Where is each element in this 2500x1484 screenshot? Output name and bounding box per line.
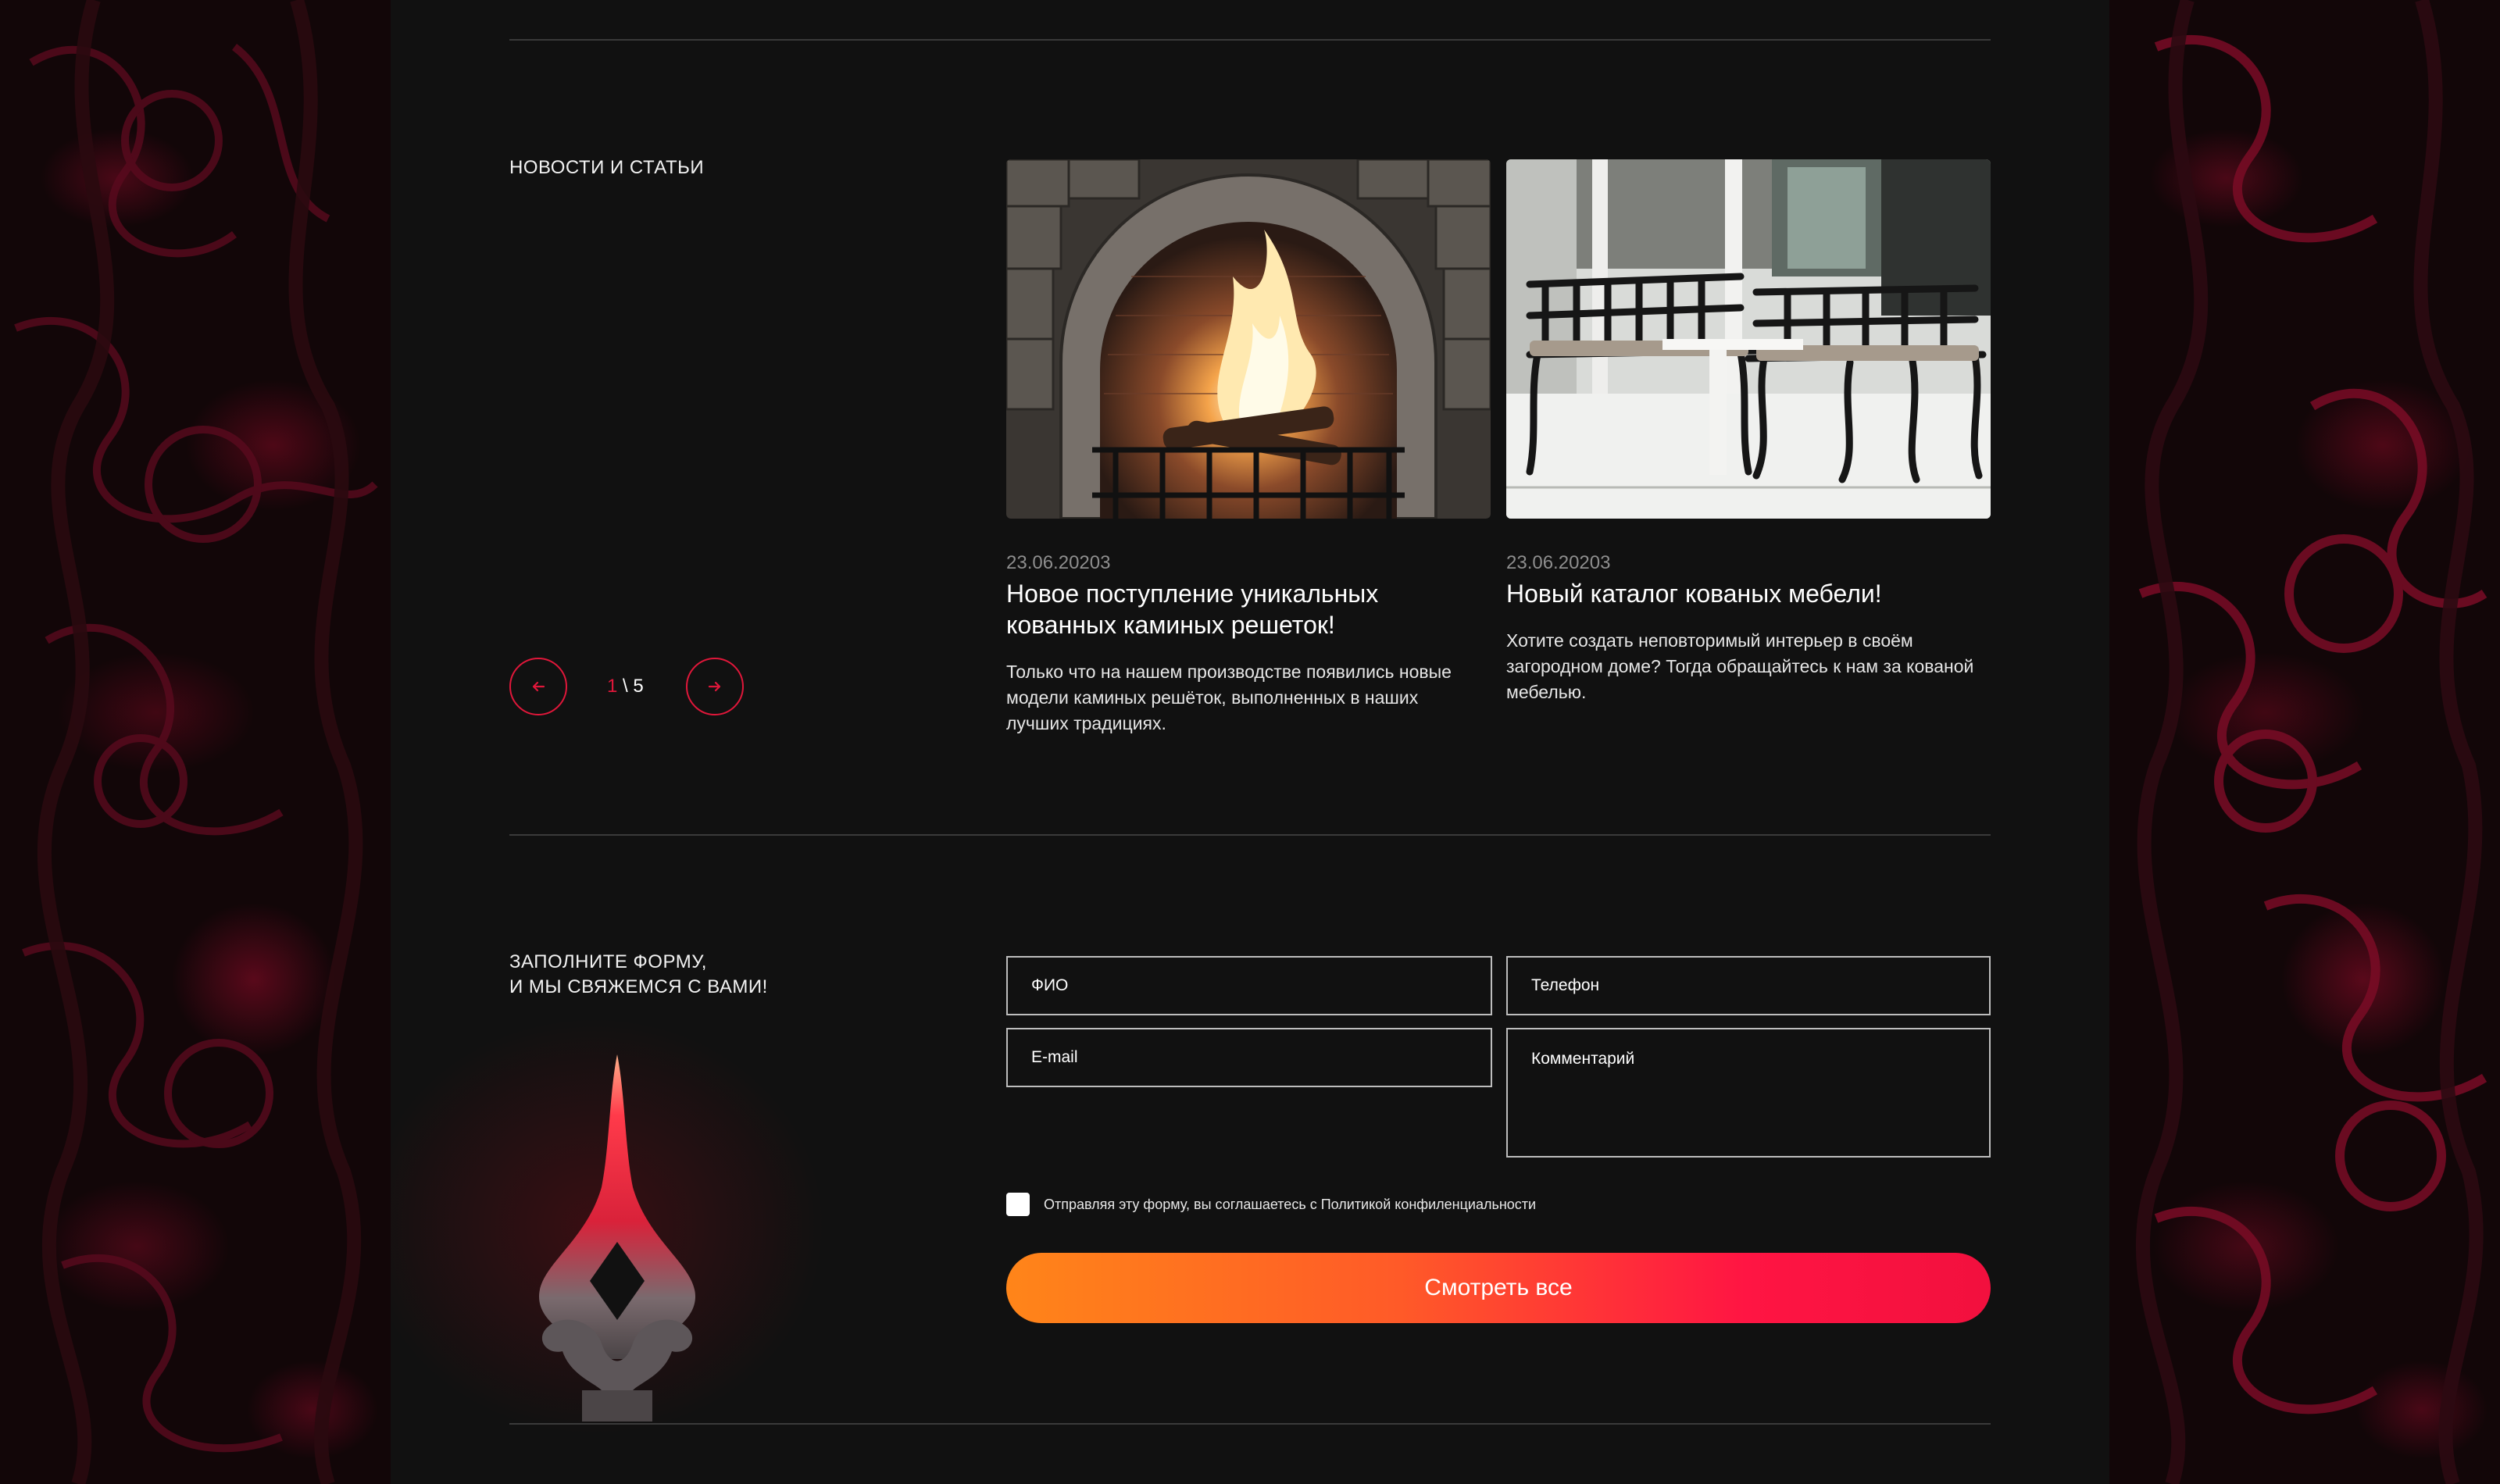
name-field[interactable] <box>1006 956 1492 1015</box>
slider-prev-button[interactable] <box>509 658 567 715</box>
news-card-text: Только что на нашем производстве появили… <box>1006 662 1452 733</box>
form-section-title: ЗАПОЛНИТЕ ФОРМУ, И МЫ СВЯЖЕМСЯ С ВАМИ! <box>509 950 768 1000</box>
form-title-line-1: ЗАПОЛНИТЕ ФОРМУ, <box>509 951 707 972</box>
forged-finial-image <box>539 1054 695 1422</box>
pager-total: 5 <box>633 676 644 697</box>
fireplace-illustration <box>1006 159 1491 519</box>
phone-field[interactable] <box>1506 956 1991 1015</box>
news-card-2[interactable]: 23.06.20203 Новый каталог кованых мебели… <box>1506 159 1991 705</box>
divider-bottom <box>509 1423 1991 1425</box>
news-card-text: Хотите создать неповторимый интерьер в с… <box>1506 630 1974 702</box>
furniture-illustration <box>1506 159 1991 519</box>
consent-checkbox[interactable] <box>1006 1193 1030 1216</box>
submit-button[interactable]: Смотреть все <box>1006 1253 1991 1323</box>
ornament-pattern-left <box>14 0 378 1484</box>
divider-middle <box>509 834 1991 836</box>
form-title-line-2: И МЫ СВЯЖЕМСЯ С ВАМИ! <box>509 976 768 997</box>
news-card-title[interactable]: Новое поступление уникальных кованных ка… <box>1006 578 1412 640</box>
slider-pager: 1 \ 5 <box>607 673 644 700</box>
ornament-left-panel <box>0 0 391 1484</box>
comment-field[interactable] <box>1506 1028 1991 1158</box>
news-card-date: 23.06.20203 <box>1006 552 1111 573</box>
ornament-right-panel <box>2109 0 2500 1484</box>
consent-text: Отправляя эту форму, вы соглашаетесь с П… <box>1044 1197 1537 1212</box>
arrow-right-icon <box>708 681 721 692</box>
fireplace-photo[interactable] <box>1006 159 1491 519</box>
arrow-left-icon <box>532 681 545 692</box>
pager-separator: \ <box>617 676 634 697</box>
news-section-title: НОВОСТИ И СТАТЬИ <box>509 157 705 178</box>
ornament-pattern-right <box>2135 0 2488 1484</box>
main-content: НОВОСТИ И СТАТЬИ 1 \ 5 23.06.20203 Новое… <box>391 0 2109 1484</box>
divider-top <box>509 39 1991 41</box>
email-field[interactable] <box>1006 1028 1492 1087</box>
slider-next-button[interactable] <box>686 658 744 715</box>
news-card-1[interactable]: 23.06.20203 Новое поступление уникальных… <box>1006 159 1491 737</box>
news-card-title[interactable]: Новый каталог кованых мебели! <box>1506 578 1944 609</box>
wrought-furniture-photo[interactable] <box>1506 159 1991 519</box>
news-card-date: 23.06.20203 <box>1506 552 1611 573</box>
pager-current: 1 <box>607 676 618 697</box>
